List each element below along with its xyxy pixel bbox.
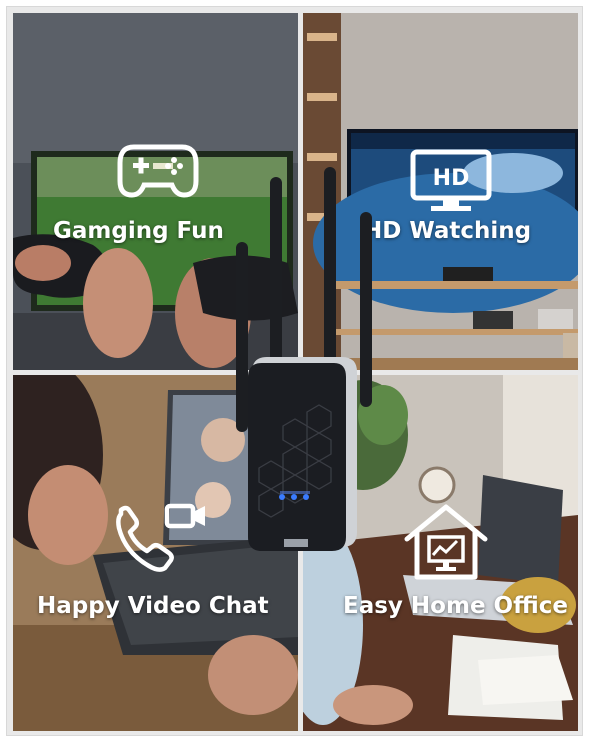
antenna-3 [324,167,336,367]
device-body [248,363,346,551]
caption-gaming: Gamging Fun [53,218,224,244]
phone-video-icon [116,503,205,572]
wifi-extender-image [236,167,372,551]
gamepad-icon [117,144,199,198]
antenna-2 [270,177,282,372]
home-office-icon [404,504,488,580]
antenna-1 [236,242,248,432]
caption-video-chat: Happy Video Chat [37,593,269,619]
image-frame: Gamging Fun HD HD Watching Happy Video C… [6,6,583,736]
led-3 [303,494,309,500]
led-1 [279,494,285,500]
antenna-4 [360,212,372,407]
led-2 [291,494,297,500]
caption-hd-watching: HD Watching [363,218,532,244]
hd-label: HD [433,166,470,191]
hd-tv-icon: HD [410,149,492,211]
caption-home-office: Easy Home Office [343,593,568,619]
